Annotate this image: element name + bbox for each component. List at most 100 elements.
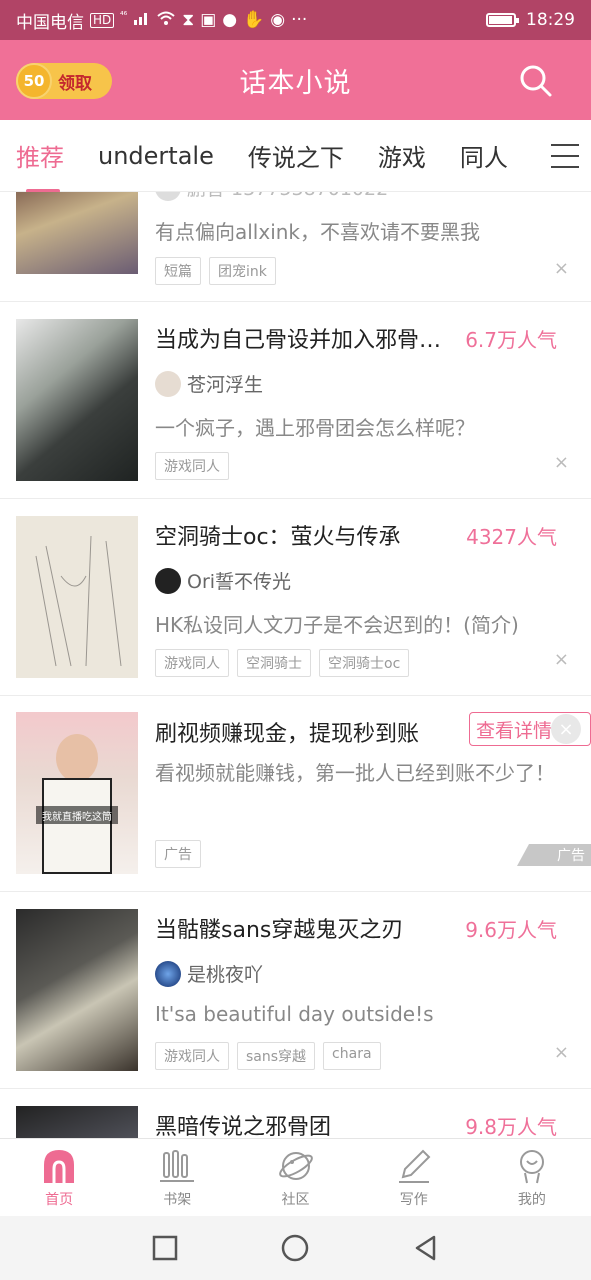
ad-item[interactable]: 我就直播吃这筒 刷视频赚现金，提现秒到账 查看详情 × 看视频就能赚钱，第一批人… [0, 696, 591, 892]
nav-community-label: 社区 [281, 1191, 310, 1208]
ad-title: 刷视频赚现金，提现秒到账 [155, 722, 420, 747]
wifi-icon [156, 10, 176, 31]
story-title: 空洞骑士oc：萤火与传承 [155, 525, 401, 550]
more-notifications-icon: ··· [291, 10, 308, 30]
category-tabs: 推荐 undertale 传说之下 游戏 同人 [0, 120, 591, 193]
ad-corner-text: 广告 [557, 848, 585, 864]
story-cover [16, 192, 138, 274]
app-header: 50 领取 话本小说 [0, 40, 591, 120]
list-item[interactable]: 当骷髅sans穿越鬼灭之刃 9.6万人气 是桃夜吖 It'sa beautifu… [0, 892, 591, 1089]
tag-list: 游戏同人 [155, 452, 229, 480]
pen-icon [398, 1149, 431, 1183]
back-button[interactable] [412, 1234, 440, 1262]
dismiss-button[interactable]: × [554, 258, 569, 279]
dismiss-button[interactable]: × [554, 649, 569, 670]
story-title: 当骷髅sans穿越鬼灭之刃 [155, 918, 404, 943]
tag-list: 广告 [155, 840, 201, 868]
tag[interactable]: chara [323, 1042, 381, 1070]
coin-amount: 50 [23, 72, 45, 90]
search-button[interactable] [519, 64, 553, 98]
tag-list: 短篇 团宠ink [155, 257, 276, 285]
nav-community[interactable]: 社区 [236, 1139, 354, 1216]
nav-profile[interactable]: 我的 [473, 1139, 591, 1216]
ad-tag: 广告 [155, 840, 201, 868]
list-item[interactable]: 当成为自己骨设并加入邪骨团会怎么样 6.7万人气 苍河浮生 一个疯子，遇上邪骨团… [0, 302, 591, 499]
home-button[interactable] [281, 1234, 309, 1262]
popularity-count: 9.8万人气 [465, 1115, 557, 1138]
tab-undertale[interactable]: undertale [98, 142, 214, 170]
carrier-label: 中国电信 [16, 12, 84, 33]
wechat-icon: ◉ [270, 10, 286, 30]
tag[interactable]: 短篇 [155, 257, 201, 285]
author-avatar [155, 567, 181, 594]
tag-list: 游戏同人 空洞骑士 空洞骑士oc [155, 649, 410, 677]
popularity-count: 6.7万人气 [465, 328, 557, 352]
coin-icon: 50 [16, 63, 52, 99]
tab-recommended[interactable]: 推荐 [16, 138, 64, 193]
clock: 18:29 [526, 10, 575, 30]
tag[interactable]: sans穿越 [237, 1042, 316, 1070]
tag[interactable]: 游戏同人 [155, 649, 229, 677]
author-row: 蒯昔 1377538701022 [155, 192, 388, 201]
recent-apps-button[interactable] [151, 1234, 179, 1262]
tab-legend-below[interactable]: 传说之下 [248, 138, 344, 173]
tag[interactable]: 空洞骑士 [237, 649, 311, 677]
profile-icon [519, 1149, 544, 1183]
signal-icon: ⁴⁶ [120, 10, 150, 31]
tag[interactable]: 游戏同人 [155, 1042, 229, 1070]
list-item[interactable]: 空洞骑士oc：萤火与传承 4327人气 Ori誓不传光 HK私设同人文刀子是不会… [0, 499, 591, 696]
story-list: 蒯昔 1377538701022 有点偏向allxink，不喜欢请不要黑我 短篇… [0, 192, 591, 1138]
story-description: 一个疯子，遇上邪骨团会怎么样呢？ [155, 416, 475, 440]
nav-home[interactable]: 首页 [0, 1139, 118, 1216]
tab-games[interactable]: 游戏 [378, 138, 426, 173]
author-avatar [155, 192, 181, 201]
network-type: ⁴⁶ [120, 11, 128, 21]
bulb-icon: ● [222, 10, 238, 30]
planet-icon [278, 1151, 313, 1180]
ad-description: 看视频就能赚钱，第一批人已经到账不少了！ [155, 761, 555, 785]
list-item[interactable]: 蒯昔 1377538701022 有点偏向allxink，不喜欢请不要黑我 短篇… [0, 192, 591, 302]
author-name: 是桃夜吖 [187, 964, 264, 986]
nav-bookshelf[interactable]: 书架 [118, 1139, 236, 1216]
popularity-count: 9.6万人气 [465, 918, 557, 942]
app-title: 话本小说 [239, 67, 352, 99]
author-avatar [155, 370, 181, 397]
author-row: Ori誓不传光 [155, 567, 291, 594]
bottom-nav: 首页 书架 社区 写作 我的 [0, 1138, 591, 1216]
status-bar: 中国电信 HD ⁴⁶ ⧗ ▣ ● ✋ ◉ ··· 18:29 [0, 0, 591, 40]
claim-coins-button[interactable]: 50 领取 [16, 63, 112, 99]
tag[interactable]: 空洞骑士oc [319, 649, 410, 677]
author-name: 苍河浮生 [187, 374, 264, 396]
story-title: 当成为自己骨设并加入邪骨团会怎么样 [155, 328, 445, 353]
search-icon [520, 65, 552, 97]
ad-corner-label: 广告 [517, 844, 591, 866]
list-item[interactable]: 黑暗传说之邪骨团 9.8万人气 [0, 1089, 591, 1138]
story-cover [16, 1106, 138, 1138]
claim-label: 领取 [58, 73, 92, 94]
story-cover [16, 909, 138, 1071]
popularity-count: 4327人气 [466, 525, 557, 549]
story-cover [16, 319, 138, 481]
dismiss-button[interactable]: × [554, 1042, 569, 1063]
author-row: 是桃夜吖 [155, 960, 263, 987]
bookshelf-icon [160, 1149, 195, 1182]
author-name: 蒯昔 1377538701022 [187, 192, 388, 201]
tab-fanfic[interactable]: 同人 [460, 138, 508, 173]
home-icon [44, 1149, 75, 1183]
tag-list: 游戏同人 sans穿越 chara [155, 1042, 381, 1070]
hourglass-icon: ⧗ [182, 10, 195, 30]
dismiss-button[interactable]: × [554, 452, 569, 473]
author-name: Ori誓不传光 [187, 571, 292, 593]
nav-bookshelf-label: 书架 [163, 1191, 192, 1208]
nav-write[interactable]: 写作 [355, 1139, 473, 1216]
nav-profile-label: 我的 [517, 1191, 546, 1208]
battery-icon [486, 13, 519, 27]
battery-fill [489, 16, 513, 24]
tag[interactable]: 游戏同人 [155, 452, 229, 480]
tabs-menu-button[interactable] [551, 144, 579, 168]
author-row: 苍河浮生 [155, 370, 263, 397]
story-title: 黑暗传说之邪骨团 [155, 1115, 332, 1138]
app-notification-icon: ▣ [200, 10, 217, 30]
ad-close-button[interactable]: × [551, 714, 581, 744]
tag[interactable]: 团宠ink [209, 257, 276, 285]
